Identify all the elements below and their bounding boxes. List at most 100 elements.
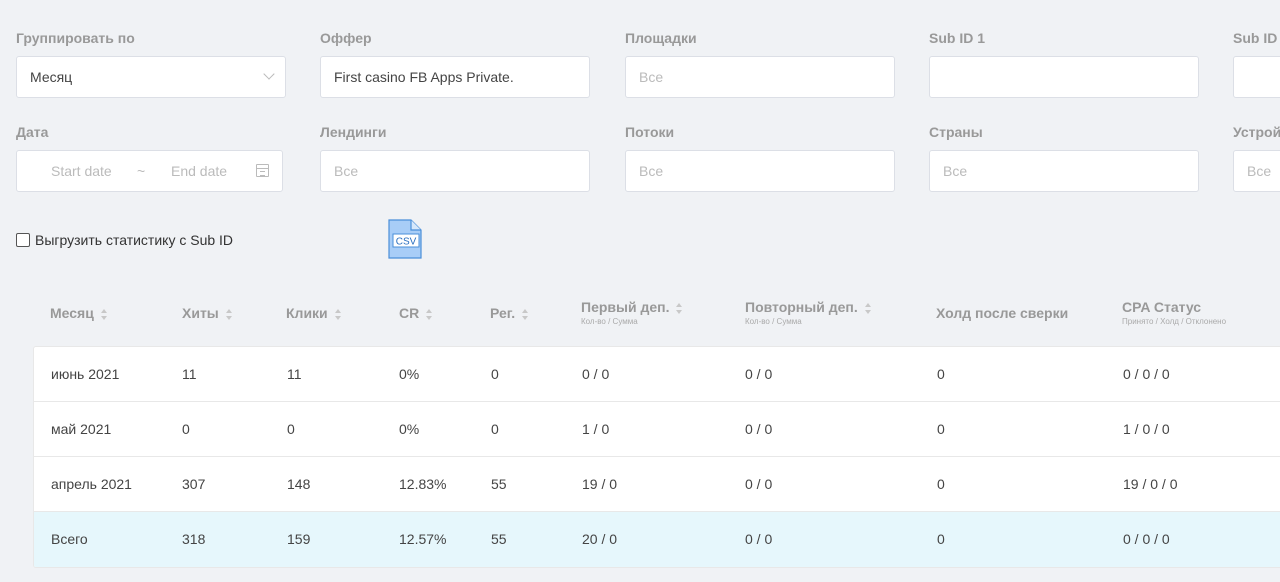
cell-cpa-status: 0 / 0 / 0 xyxy=(1123,531,1170,547)
cell-repeat-dep: 0 / 0 xyxy=(745,366,773,382)
column-header-first-dep[interactable]: Первый деп. Кол-во / Сумма xyxy=(581,299,683,326)
devices-input[interactable]: Все xyxy=(1233,150,1280,192)
date-range-picker[interactable]: Start date ~ End date xyxy=(16,150,283,192)
cell-cr: 0% xyxy=(399,366,420,382)
column-header-cpa-status: CPA Статус Принято / Холд / Отклонено xyxy=(1122,299,1226,326)
chevron-down-icon xyxy=(263,68,275,80)
column-header-cr[interactable]: CR xyxy=(399,305,433,321)
cell-cpa-status: 19 / 0 / 0 xyxy=(1123,476,1178,492)
column-header-month-label: Месяц xyxy=(50,305,94,321)
cell-reg: 0 xyxy=(491,421,499,437)
cell-cpa-status: 0 / 0 / 0 xyxy=(1123,366,1170,382)
offer-input[interactable]: First casino FB Apps Private. xyxy=(320,56,590,98)
cell-hits: 318 xyxy=(182,531,206,547)
sort-icon[interactable] xyxy=(522,308,529,320)
column-header-cpa-sublabel: Принято / Холд / Отклонено xyxy=(1122,317,1227,326)
devices-label: Устрой xyxy=(1233,124,1280,140)
platforms-label: Площадки xyxy=(625,30,697,46)
cell-reg: 55 xyxy=(491,476,507,492)
column-header-clicks-label: Клики xyxy=(286,305,328,321)
platforms-input[interactable]: Все xyxy=(625,56,895,98)
column-header-cpa-label: CPA Статус xyxy=(1122,299,1202,315)
streams-input[interactable]: Все xyxy=(625,150,895,192)
csv-label: CSV xyxy=(396,237,417,248)
filter-group-by: Группировать по Месяц xyxy=(16,28,286,98)
cell-repeat-dep: 0 / 0 xyxy=(745,421,773,437)
column-header-repeat-dep[interactable]: Повторный деп. Кол-во / Сумма xyxy=(745,299,872,326)
column-header-hits[interactable]: Хиты xyxy=(182,305,233,321)
landings-label: Лендинги xyxy=(320,124,387,140)
export-sub-id-checkbox[interactable] xyxy=(16,233,30,247)
column-header-first-dep-label: Первый деп. xyxy=(581,299,670,315)
column-header-reg[interactable]: Рег. xyxy=(490,305,529,321)
filter-offer: Оффер First casino FB Apps Private. xyxy=(320,28,590,98)
sort-icon[interactable] xyxy=(426,308,433,320)
date-label: Дата xyxy=(16,124,49,140)
offer-label: Оффер xyxy=(320,30,372,46)
sort-icon[interactable] xyxy=(100,308,108,320)
countries-label: Страны xyxy=(929,124,983,140)
streams-label: Потоки xyxy=(625,124,675,140)
column-header-clicks[interactable]: Клики xyxy=(286,305,342,321)
calendar-icon xyxy=(256,164,269,177)
cell-cr: 12.83% xyxy=(399,476,447,492)
offer-value: First casino FB Apps Private. xyxy=(334,69,514,85)
cell-hold: 0 xyxy=(937,476,945,492)
table-total-row: Всего 318 159 12.57% 55 20 / 0 0 / 0 0 0… xyxy=(34,512,1280,567)
sub-id-2-label: Sub ID xyxy=(1233,30,1278,46)
column-header-month[interactable]: Месяц xyxy=(50,305,108,321)
table-row: май 2021 0 0 0% 0 1 / 0 0 / 0 0 1 / 0 / … xyxy=(34,402,1280,457)
cell-hold: 0 xyxy=(937,421,945,437)
column-header-hold-label: Холд после сверки xyxy=(936,305,1069,321)
cell-month: май 2021 xyxy=(51,421,112,437)
column-header-hits-label: Хиты xyxy=(182,305,219,321)
export-sub-id-label: Выгрузить статистику с Sub ID xyxy=(35,232,234,248)
column-header-reg-label: Рег. xyxy=(490,305,516,321)
cell-month: июнь 2021 xyxy=(51,366,120,382)
start-date-input[interactable]: Start date xyxy=(51,151,112,191)
filter-sub-id-1: Sub ID 1 xyxy=(929,28,1199,98)
table-row: июнь 2021 11 11 0% 0 0 / 0 0 / 0 0 0 / 0… xyxy=(34,347,1280,402)
statistics-table-body: июнь 2021 11 11 0% 0 0 / 0 0 / 0 0 0 / 0… xyxy=(33,346,1280,568)
filter-landings: Лендинги Все xyxy=(320,122,590,192)
cell-reg: 0 xyxy=(491,366,499,382)
cell-first-dep: 1 / 0 xyxy=(582,421,610,437)
cell-hold: 0 xyxy=(937,366,945,382)
column-header-repeat-dep-sublabel: Кол-во / Сумма xyxy=(745,317,802,326)
group-by-select[interactable]: Месяц xyxy=(16,56,286,98)
sort-icon[interactable] xyxy=(864,302,872,314)
group-by-value: Месяц xyxy=(30,69,73,85)
cell-clicks: 0 xyxy=(287,421,295,437)
end-date-input[interactable]: End date xyxy=(171,151,227,191)
column-header-hold: Холд после сверки xyxy=(936,305,1068,321)
filter-date: Дата Start date ~ End date xyxy=(16,122,286,192)
sort-icon[interactable] xyxy=(334,308,342,320)
sort-icon[interactable] xyxy=(676,302,683,314)
countries-input[interactable]: Все xyxy=(929,150,1199,192)
cell-cpa-status: 1 / 0 / 0 xyxy=(1123,421,1170,437)
csv-download-icon[interactable]: CSV xyxy=(388,219,422,259)
cell-month: Всего xyxy=(51,531,88,547)
export-sub-id-toggle[interactable]: Выгрузить статистику с Sub ID xyxy=(16,230,233,250)
cell-repeat-dep: 0 / 0 xyxy=(745,476,773,492)
column-header-cr-label: CR xyxy=(399,305,420,321)
landings-input[interactable]: Все xyxy=(320,150,590,192)
group-by-label: Группировать по xyxy=(16,30,135,46)
filter-platforms: Площадки Все xyxy=(625,28,895,98)
statistics-page: Группировать по Месяц Оффер First casino… xyxy=(0,0,1280,582)
cell-hits: 0 xyxy=(182,421,190,437)
date-separator: ~ xyxy=(137,163,146,179)
cell-hits: 11 xyxy=(182,366,197,382)
sub-id-1-input[interactable] xyxy=(929,56,1199,98)
cell-clicks: 148 xyxy=(287,476,311,492)
sub-id-1-label: Sub ID 1 xyxy=(929,30,986,46)
table-row: апрель 2021 307 148 12.83% 55 19 / 0 0 /… xyxy=(34,457,1280,512)
cell-clicks: 159 xyxy=(287,531,311,547)
cell-clicks: 11 xyxy=(287,366,302,382)
cell-first-dep: 20 / 0 xyxy=(582,531,618,547)
cell-first-dep: 19 / 0 xyxy=(582,476,618,492)
sort-icon[interactable] xyxy=(225,308,233,320)
sub-id-2-input[interactable] xyxy=(1233,56,1280,98)
cell-hold: 0 xyxy=(937,531,945,547)
column-header-repeat-dep-label: Повторный деп. xyxy=(745,299,858,315)
